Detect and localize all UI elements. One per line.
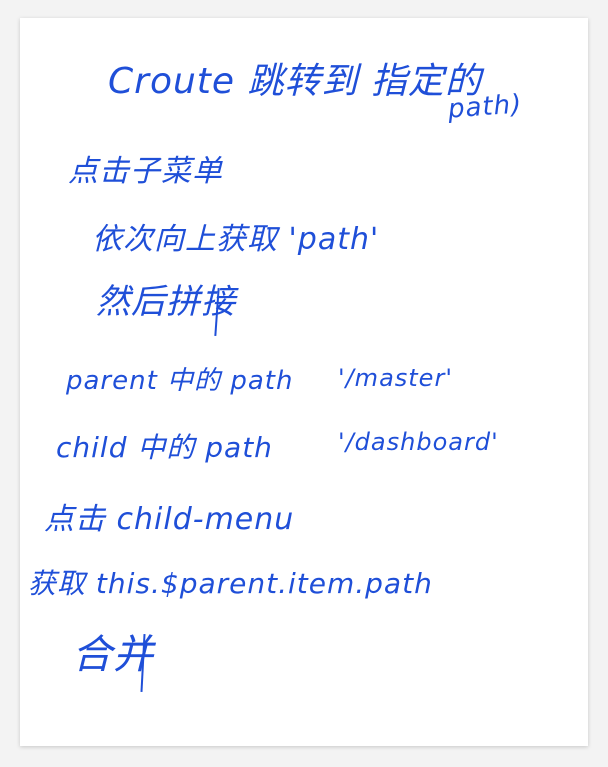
note-line-path-close: path) (447, 89, 524, 125)
note-line-get-parent-item-path: 获取 this.$parent.item.path (28, 567, 433, 600)
note-line-croute-jump: Croute 跳转到 指定的 (108, 61, 482, 102)
note-line-parent-path-value: '/master' (338, 364, 453, 392)
note-line-child-path: child 中的 path (56, 431, 273, 464)
note-line-click-submenu: 点击子菜单 (68, 154, 223, 189)
note-line-parent-path: parent 中的 path (66, 366, 294, 396)
note-line-click-child-menu: 点击 child-menu (44, 502, 295, 537)
note-line-get-path-upward: 依次向上获取 'path' (92, 222, 380, 257)
handwritten-note-page: Croute 跳转到 指定的 path) 点击子菜单 依次向上获取 'path'… (20, 18, 588, 746)
note-line-child-path-value: '/dashboard' (338, 428, 499, 456)
